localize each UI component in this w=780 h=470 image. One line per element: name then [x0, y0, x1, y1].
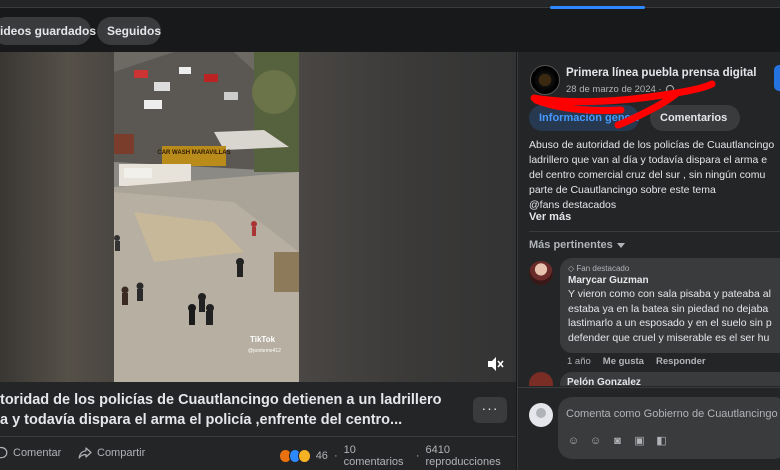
- followed-chip[interactable]: Seguidos: [97, 17, 161, 45]
- comment-line: defender que cruel y miserable es el ser…: [568, 331, 770, 344]
- post-description: Abuso de autoridad de los policías de Cu…: [529, 138, 780, 213]
- commenter-avatar[interactable]: [529, 261, 553, 285]
- comments-count[interactable]: 10 comentarios: [344, 444, 410, 468]
- comment-composer: ☺ ☺ ◙ ▣ ◧: [518, 387, 780, 470]
- tab-general-info[interactable]: Información general: [529, 105, 639, 131]
- description-line: ladrillero que van al día y todavía disp…: [529, 154, 768, 166]
- see-more-link[interactable]: Ver más: [529, 211, 571, 223]
- tab-comments[interactable]: Comentarios: [650, 105, 740, 131]
- comment-reply-button[interactable]: Responder: [656, 356, 706, 367]
- reaction-count: 46: [315, 450, 328, 462]
- comment-sort-dropdown[interactable]: Más pertinentes: [529, 239, 625, 251]
- comment-actions: 1 año Me gusta Responder: [567, 356, 706, 367]
- commenter-avatar[interactable]: [529, 372, 553, 386]
- post-date[interactable]: 28 de marzo de 2024 ·: [566, 84, 675, 95]
- comment-label: Comentar: [13, 447, 62, 459]
- comment-bubble: ◇ Fan destacado Marycar Guzman Y vieron …: [560, 258, 780, 353]
- tiktok-watermark: TikTok: [250, 335, 276, 344]
- avatar-sticker-icon[interactable]: ☺: [567, 435, 580, 448]
- fan-badge-label: Fan destacado: [576, 264, 630, 273]
- post-details-panel: Primera línea puebla prensa digital 28 d…: [517, 52, 780, 470]
- post-title: toridad de los policías de Cuautlancingo…: [0, 390, 460, 430]
- reactions-summary[interactable]: 46 · 10 comentarios · 6410 reproduccione…: [279, 444, 516, 468]
- active-tab-indicator: [550, 6, 645, 9]
- video-post-panel: CAR WASH MARAVILLAS TikTok @ponteme412 t…: [0, 52, 516, 470]
- video-frame[interactable]: CAR WASH MARAVILLAS TikTok @ponteme412: [114, 52, 299, 382]
- comment-input-box[interactable]: ☺ ☺ ◙ ▣ ◧: [558, 397, 780, 459]
- car-wash-sign-text: CAR WASH MARAVILLAS: [157, 150, 230, 156]
- current-user-avatar[interactable]: [529, 403, 553, 427]
- comment-line: lastimarlo a un esposado y en el suelo s…: [568, 317, 772, 329]
- emoji-icon[interactable]: ☺: [589, 435, 602, 448]
- top-navigation-bar: [0, 0, 780, 9]
- composer-tools: ☺ ☺ ◙ ▣ ◧: [567, 435, 668, 448]
- video-player[interactable]: CAR WASH MARAVILLAS TikTok @ponteme412: [0, 52, 516, 382]
- globe-icon: [666, 85, 675, 94]
- fan-badge: ◇ Fan destacado: [568, 264, 780, 273]
- post-title-line-1: toridad de los policías de Cuautlancingo…: [0, 392, 442, 408]
- share-label: Compartir: [97, 447, 146, 459]
- post-date-text: 28 de marzo de 2024 ·: [566, 84, 662, 95]
- description-line: del centro comercial cruz del sur , sin …: [529, 169, 766, 181]
- more-options-button[interactable]: ···: [473, 397, 507, 423]
- gif-icon[interactable]: ▣: [633, 435, 646, 448]
- post-title-line-2: a y todavía dispara el arma el policía ,…: [0, 412, 403, 428]
- sticker-icon[interactable]: ◧: [655, 435, 668, 448]
- description-line: Abuso de autoridad de los policías de Cu…: [529, 139, 775, 151]
- comment-line: Y vieron como con sala pisaba y pateaba …: [568, 288, 771, 300]
- wow-reaction-icon: [298, 449, 311, 463]
- speaker-mute-icon[interactable]: [486, 355, 506, 375]
- saved-videos-chip[interactable]: ideos guardados: [0, 17, 96, 45]
- comment-line: estaba ya en la batea sin piedad no deja…: [568, 302, 769, 315]
- description-line: parte de Cuautlancingo sobre este tema: [529, 184, 716, 196]
- caret-down-icon: [616, 242, 625, 248]
- page-avatar[interactable]: [530, 65, 560, 95]
- video-blur-right: [299, 52, 516, 382]
- separator: ·: [333, 450, 338, 462]
- follow-button[interactable]: [774, 65, 780, 91]
- tiktok-watermark-user: @ponteme412: [248, 348, 281, 354]
- comment-input[interactable]: [566, 406, 780, 422]
- comment-button[interactable]: Comentar: [0, 446, 61, 460]
- separator: ·: [415, 450, 420, 462]
- comment-like-button[interactable]: Me gusta: [603, 356, 644, 367]
- video-scene-image: CAR WASH MARAVILLAS TikTok @ponteme412: [114, 52, 299, 382]
- comment-text: Y vieron como con sala pisaba y pateaba …: [568, 287, 780, 345]
- page-name[interactable]: Primera línea puebla prensa digital: [566, 67, 756, 79]
- share-icon: [78, 447, 92, 459]
- views-count: 6410 reproducciones: [425, 444, 501, 468]
- share-button[interactable]: Compartir: [78, 446, 145, 460]
- video-blur-left: [0, 52, 114, 382]
- commenter-name[interactable]: Marycar Guzman: [568, 275, 780, 286]
- facebook-watch-view: ideos guardados Seguidos CAR WASH MARAVI…: [0, 0, 780, 470]
- camera-icon[interactable]: ◙: [611, 435, 624, 448]
- post-divider: [0, 436, 516, 437]
- comment-time[interactable]: 1 año: [567, 356, 591, 367]
- section-divider: [529, 231, 780, 232]
- comment-icon: [0, 446, 8, 459]
- comment-sort-label: Más pertinentes: [529, 239, 613, 251]
